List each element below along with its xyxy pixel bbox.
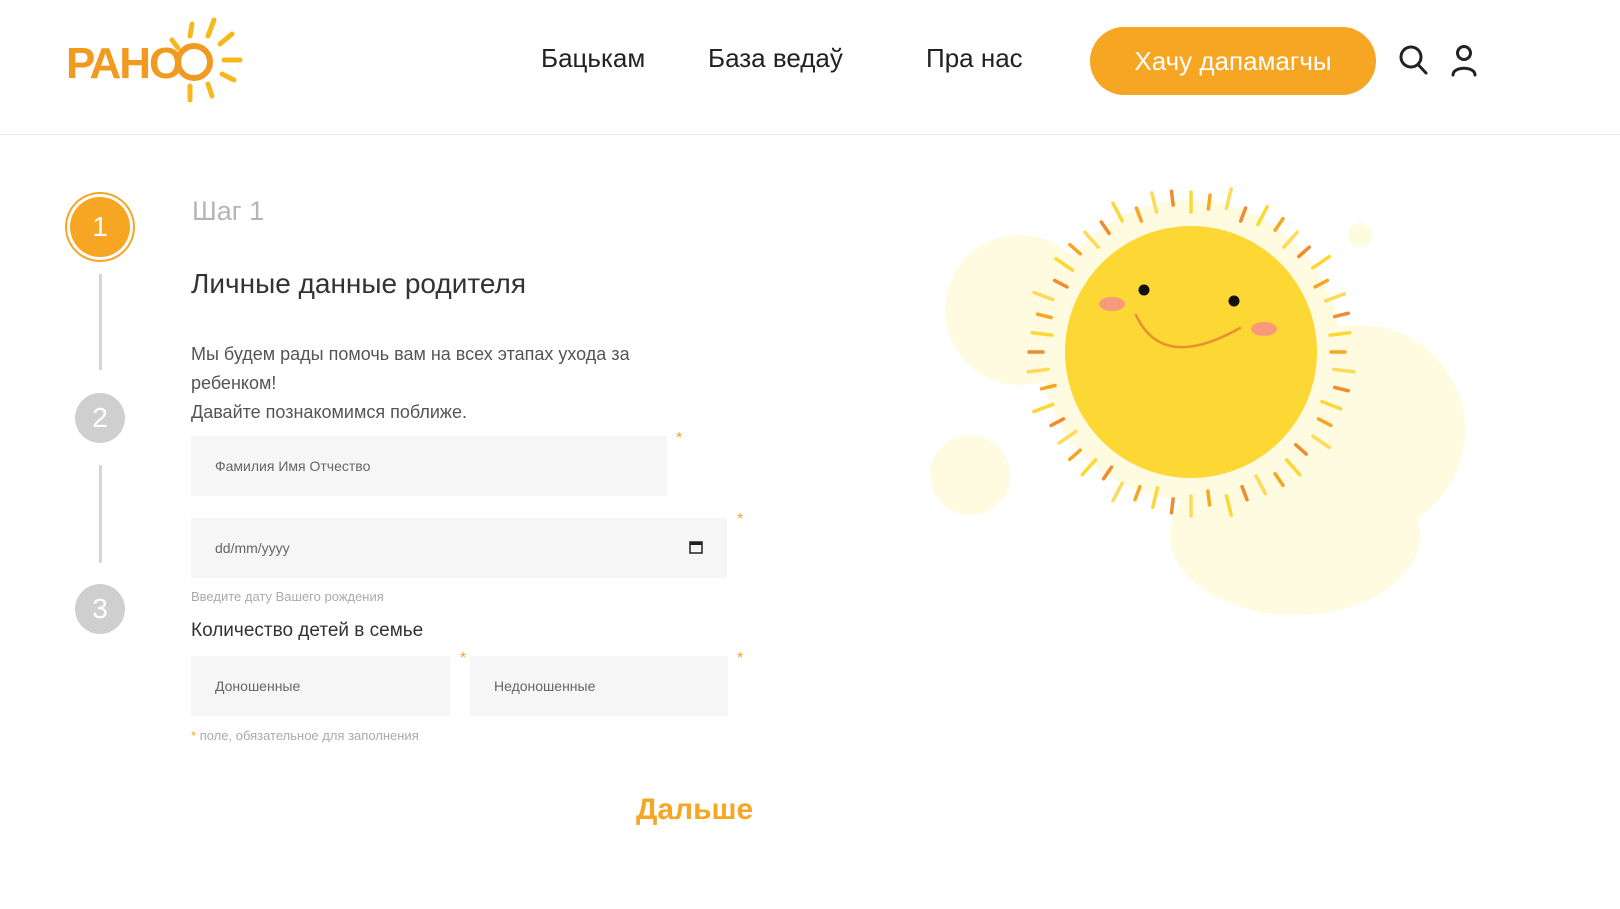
- logo-sun-icon: РАНО: [66, 17, 243, 103]
- nav-about[interactable]: Пра нас: [926, 43, 1023, 74]
- intro-line: Мы будем рады помочь вам на всех этапах …: [191, 344, 630, 393]
- sun-ray: [1311, 254, 1332, 270]
- logo-text: РАНО: [66, 39, 182, 88]
- form-title: Личные данные родителя: [191, 268, 527, 299]
- sun-ray: [1332, 367, 1356, 374]
- intro-line: Давайте познакомимся поближе.: [191, 402, 467, 422]
- required-asterisk: *: [460, 650, 467, 667]
- premature-children-input[interactable]: Недоношенные: [470, 656, 728, 716]
- logo[interactable]: РАНО: [62, 16, 252, 108]
- sun-ray: [1030, 330, 1054, 337]
- want-to-help-button[interactable]: Хачу дапамагчы: [1090, 27, 1376, 95]
- sun-illustration: [930, 180, 1510, 620]
- sun-ray: [1026, 367, 1050, 374]
- step-3-indicator[interactable]: 3: [75, 584, 125, 634]
- sun-ray: [1067, 242, 1082, 256]
- sun-ray: [1111, 481, 1124, 503]
- nav-knowledge-base[interactable]: База ведаў: [708, 43, 843, 74]
- step-label: Шаг 1: [192, 196, 265, 226]
- intro-text: Мы будем рады помочь вам на всех этапах …: [191, 340, 711, 427]
- birthdate-placeholder: dd/mm/yyyy: [215, 540, 290, 556]
- step-connector: [99, 465, 102, 563]
- required-asterisk: *: [737, 650, 744, 667]
- sun-ray: [1328, 330, 1352, 337]
- sun-ray: [1111, 201, 1124, 223]
- sun-ray: [1224, 187, 1233, 211]
- calendar-icon[interactable]: [689, 540, 703, 557]
- birthdate-hint: Введите дату Вашего рождения: [191, 589, 384, 604]
- sun-ray: [1332, 311, 1351, 319]
- sun-ray: [1032, 402, 1055, 414]
- required-asterisk: *: [676, 430, 683, 447]
- search-icon[interactable]: [1398, 44, 1430, 78]
- step-1-indicator[interactable]: 1: [70, 197, 130, 257]
- next-button[interactable]: Дальше: [636, 793, 753, 827]
- sun-ray: [1080, 458, 1098, 477]
- step-2-indicator[interactable]: 2: [75, 393, 125, 443]
- site-header: РАНО Бацькам База ведаў Пра нас Хачу дап…: [0, 0, 1620, 135]
- sun-ray: [1206, 489, 1212, 507]
- required-asterisk: *: [737, 511, 744, 528]
- full-term-children-input[interactable]: Доношенные: [191, 656, 450, 716]
- sun-ray: [1206, 193, 1212, 211]
- sun-ray: [1273, 216, 1285, 232]
- full-term-placeholder: Доношенные: [215, 678, 301, 694]
- full-name-input[interactable]: Фамилия Имя Отчество: [191, 436, 667, 496]
- birthdate-input[interactable]: dd/mm/yyyy: [191, 518, 727, 578]
- children-count-title: Количество детей в семье: [191, 620, 424, 641]
- nav-parents[interactable]: Бацькам: [541, 43, 645, 74]
- full-name-placeholder: Фамилия Имя Отчество: [215, 458, 371, 474]
- step-connector: [99, 274, 102, 370]
- sun-ray: [1169, 189, 1175, 207]
- premature-placeholder: Недоношенные: [494, 678, 596, 694]
- user-icon[interactable]: [1449, 44, 1481, 78]
- required-note-text: поле, обязательное для заполнения: [199, 728, 419, 743]
- sun-ray: [1169, 497, 1175, 515]
- required-note: * поле, обязательное для заполнения: [191, 728, 419, 743]
- sun-ray: [1067, 448, 1082, 462]
- required-note-asterisk: *: [191, 728, 197, 743]
